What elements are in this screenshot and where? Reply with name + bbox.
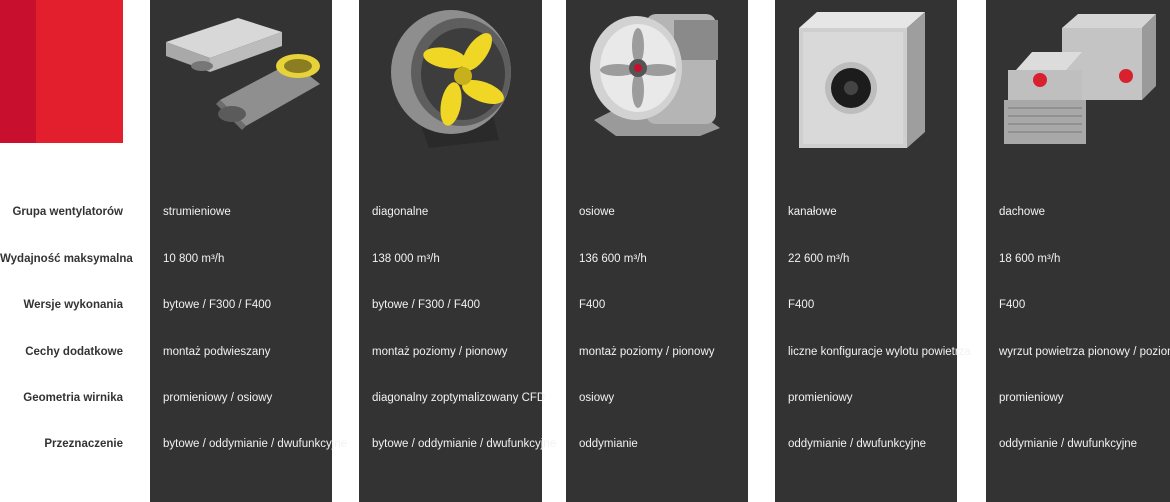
cell-capacity: 22 600 m³/h: [788, 253, 850, 265]
cell-impeller: promieniowy: [999, 392, 1064, 404]
product-column-roof[interactable]: dachowe 18 600 m³/h F400 wyrzut powietrz…: [986, 0, 1170, 502]
row-label-features: Cechy dodatkowe: [25, 346, 123, 358]
cell-impeller: osiowy: [579, 392, 615, 404]
cell-purpose: oddymianie / dwufunkcyjne: [788, 438, 927, 450]
cell-purpose: oddymianie: [579, 438, 638, 450]
roof-fan-image: [986, 0, 1170, 160]
diagonal-fan-image: [359, 0, 542, 160]
duct-fan-image: [775, 0, 957, 160]
cell-versions: bytowe / F300 / F400: [163, 299, 272, 311]
brand-logo-block: [0, 0, 123, 143]
row-label-versions: Wersje wykonania: [23, 299, 124, 311]
product-column-diagonal[interactable]: diagonalne 138 000 m³/h bytowe / F300 / …: [359, 0, 557, 502]
cell-impeller: diagonalny zoptymalizowany CFD: [372, 392, 546, 404]
axial-fan-image: [566, 0, 748, 160]
product-column-duct[interactable]: kanałowe 22 600 m³/h F400 liczne konfigu…: [775, 0, 971, 502]
product-column-jet[interactable]: strumieniowe 10 800 m³/h bytowe / F300 /…: [150, 0, 348, 502]
cell-features: montaż podwieszany: [163, 346, 271, 358]
cell-versions: F400: [579, 299, 606, 311]
cell-impeller: promieniowy: [788, 392, 853, 404]
cell-group: strumieniowe: [163, 206, 231, 218]
row-label-impeller: Geometria wirnika: [23, 392, 123, 404]
cell-group: osiowe: [579, 206, 615, 218]
cell-group: diagonalne: [372, 206, 429, 218]
cell-capacity: 138 000 m³/h: [372, 253, 440, 265]
cell-purpose: bytowe / oddymianie / dwufunkcyjne: [163, 438, 348, 450]
row-label-purpose: Przeznaczenie: [44, 438, 123, 450]
cell-versions: F400: [788, 299, 815, 311]
cell-purpose: oddymianie / dwufunkcyjne: [999, 438, 1138, 450]
row-label-group: Grupa wentylatorów: [12, 206, 123, 218]
fan-comparison-table: Grupa wentylatorów Wydajność maksymalna …: [0, 0, 1170, 502]
cell-features: montaż poziomy / pionowy: [579, 346, 715, 358]
cell-versions: F400: [999, 299, 1026, 311]
cell-versions: bytowe / F300 / F400: [372, 299, 481, 311]
product-column-axial[interactable]: osiowe 136 600 m³/h F400 montaż poziomy …: [566, 0, 748, 502]
cell-impeller: promieniowy / osiowy: [163, 392, 273, 404]
cell-capacity: 10 800 m³/h: [163, 253, 225, 265]
cell-features: wyrzut powietrza pionowy / poziomy: [999, 346, 1170, 358]
cell-features: montaż poziomy / pionowy: [372, 346, 508, 358]
cell-purpose: bytowe / oddymianie / dwufunkcyjne: [372, 438, 557, 450]
jet-fan-image: [150, 0, 332, 160]
cell-capacity: 18 600 m³/h: [999, 253, 1061, 265]
cell-features: liczne konfiguracje wylotu powietrza: [788, 346, 971, 358]
brand-stripe: [0, 0, 36, 143]
row-label-capacity: Wydajność maksymalna: [0, 253, 133, 265]
cell-capacity: 136 600 m³/h: [579, 253, 647, 265]
cell-group: dachowe: [999, 206, 1046, 218]
cell-group: kanałowe: [788, 206, 837, 218]
